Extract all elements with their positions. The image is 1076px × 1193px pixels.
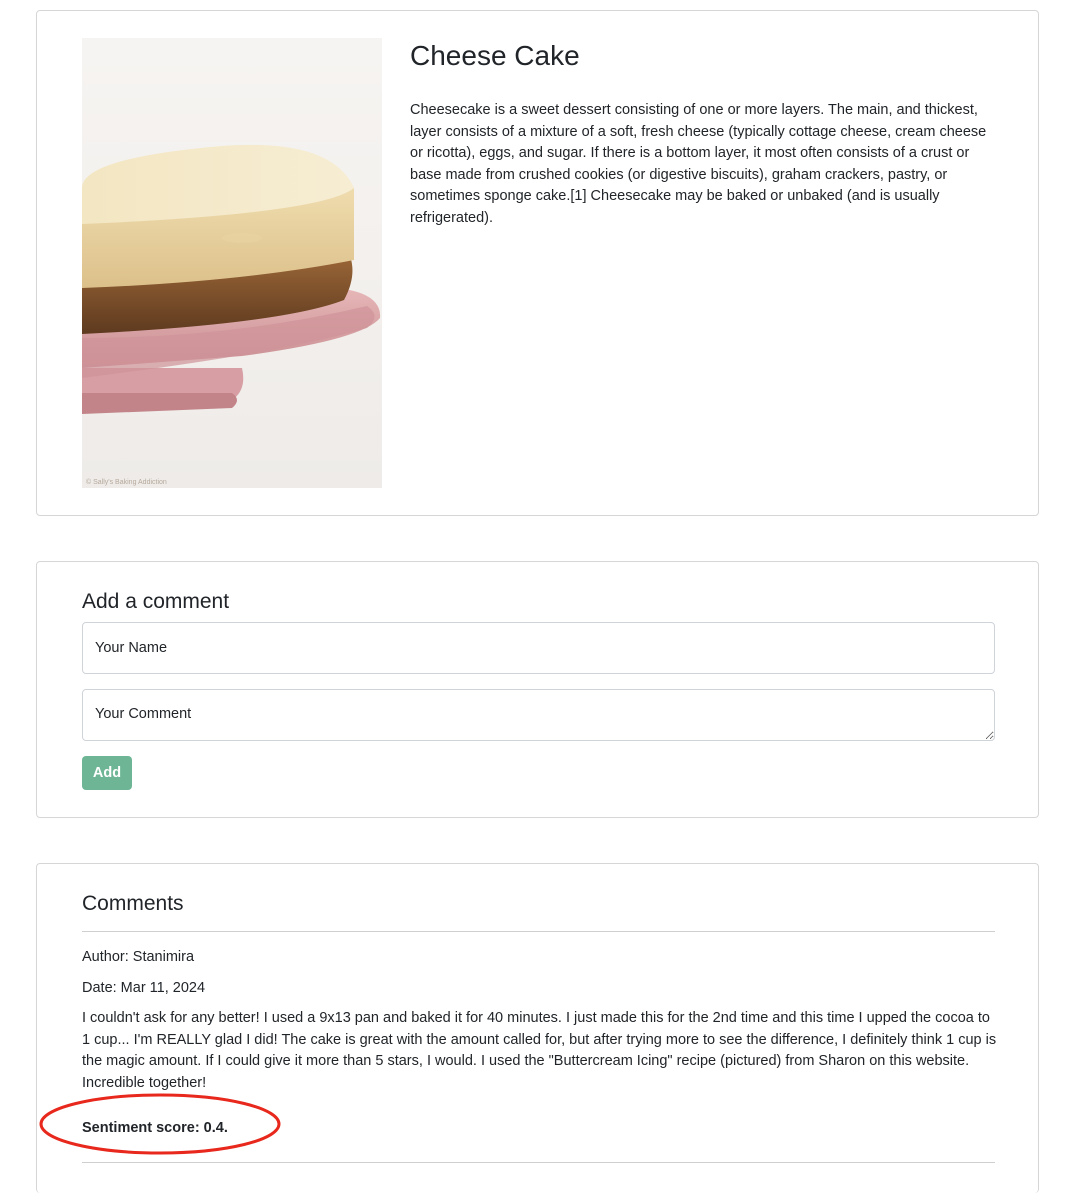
cheesecake-image: © Sally's Baking Addiction	[82, 38, 382, 488]
comments-section: Comments Author: Stanimira Date: Mar 11,…	[36, 863, 1039, 1193]
watermark: © Sally's Baking Addiction	[86, 478, 167, 486]
add-button[interactable]: Add	[82, 756, 132, 790]
comment-textarea[interactable]	[82, 689, 995, 741]
divider	[82, 1162, 995, 1163]
sentiment-score: Sentiment score: 0.4.	[82, 1120, 228, 1136]
name-input[interactable]	[82, 622, 995, 674]
comment-author: Author: Stanimira	[82, 949, 195, 965]
comments-title: Comments	[82, 892, 184, 915]
recipe-card: © Sally's Baking Addiction Cheese Cake C…	[36, 10, 1039, 516]
add-comment-form: Add a comment Add	[36, 561, 1039, 818]
comment-text: I couldn't ask for any better! I used a …	[82, 1010, 997, 1091]
add-comment-title: Add a comment	[82, 590, 230, 613]
recipe-description: Cheesecake is a sweet dessert consisting…	[410, 102, 987, 226]
divider	[82, 931, 995, 932]
recipe-title: Cheese Cake	[410, 40, 580, 71]
comment-date: Date: Mar 11, 2024	[82, 980, 206, 996]
